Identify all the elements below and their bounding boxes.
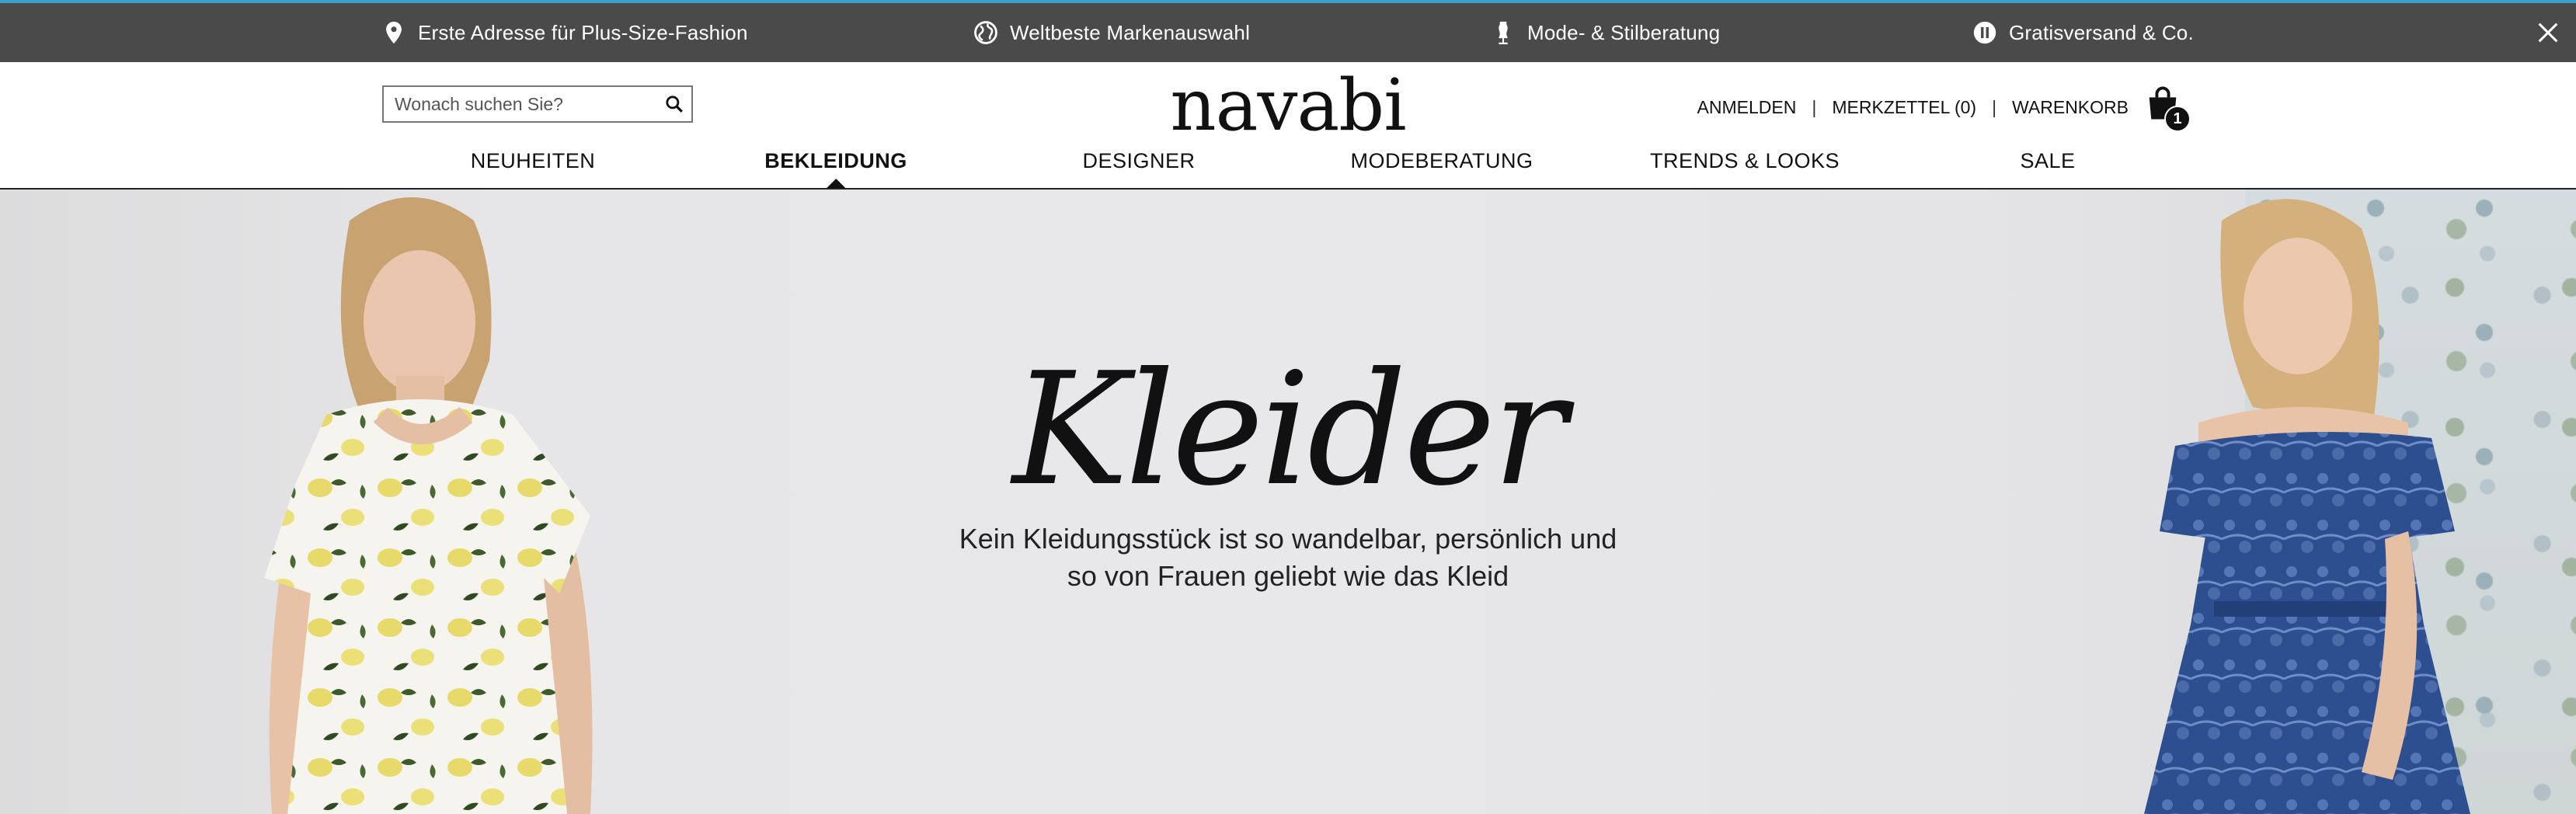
close-icon[interactable] bbox=[2531, 16, 2565, 50]
wishlist-link[interactable]: MERKZETTEL (0) bbox=[1832, 97, 1976, 118]
shopping-bag-icon[interactable]: 1 bbox=[2143, 84, 2191, 132]
hero-title: Kleider bbox=[1012, 339, 1567, 520]
promo-label: Weltbeste Markenauswahl bbox=[1010, 20, 1251, 44]
hero-subtitle: Kein Kleidungsstück ist so wandelbar, pe… bbox=[0, 520, 2576, 595]
nav-item-label: SALE bbox=[2020, 149, 2076, 172]
nav-item-trends-looks[interactable]: TRENDS & LOOKS bbox=[1650, 149, 1840, 173]
account-nav: ANMELDEN | MERKZETTEL (0) | WARENKORB 1 bbox=[1697, 84, 2191, 132]
nav-item-designer[interactable]: DESIGNER bbox=[1082, 149, 1195, 173]
hero-subtitle-line: Kein Kleidungsstück ist so wandelbar, pe… bbox=[959, 523, 1617, 555]
pause-circle-icon bbox=[1972, 19, 1998, 46]
main-nav: NEUHEITEN BEKLEIDUNG DESIGNER MODEBERATU… bbox=[0, 149, 2576, 188]
active-indicator bbox=[826, 179, 845, 188]
hero-banner[interactable]: Kleider Kein Kleidungsstück ist so wande… bbox=[0, 190, 2576, 814]
nav-item-neuheiten[interactable]: NEUHEITEN bbox=[471, 149, 596, 173]
divider: | bbox=[1992, 96, 1997, 117]
nav-item-modeberatung[interactable]: MODEBERATUNG bbox=[1350, 149, 1533, 173]
site-header: navabi ANMELDEN | MERKZETTEL (0) | WAREN… bbox=[0, 62, 2576, 190]
nav-item-sale[interactable]: SALE bbox=[2020, 149, 2075, 173]
search-input[interactable] bbox=[384, 87, 657, 121]
promo-item-brands: Weltbeste Markenauswahl bbox=[973, 3, 1250, 62]
promo-label: Erste Adresse für Plus-Size-Fashion bbox=[418, 20, 748, 44]
cart-link[interactable]: WARENKORB bbox=[2012, 97, 2129, 118]
promo-bar: Erste Adresse für Plus-Size-Fashion Welt… bbox=[0, 0, 2576, 62]
cart-count-badge: 1 bbox=[2164, 106, 2191, 132]
divider: | bbox=[1812, 96, 1817, 117]
nav-item-label: TRENDS & LOOKS bbox=[1649, 149, 1840, 172]
promo-item-shipping: Gratisversand & Co. bbox=[1972, 3, 2194, 62]
site-logo[interactable]: navabi bbox=[1170, 64, 1406, 147]
map-pin-icon bbox=[381, 19, 407, 46]
login-link[interactable]: ANMELDEN bbox=[1697, 97, 1797, 118]
promo-item-styling: Mode- & Stilberatung bbox=[1490, 3, 1720, 62]
nav-item-bekleidung[interactable]: BEKLEIDUNG bbox=[764, 149, 907, 188]
hero-text: Kleider Kein Kleidungsstück ist so wande… bbox=[0, 353, 2576, 595]
nav-item-label: NEUHEITEN bbox=[470, 149, 596, 172]
dress-form-icon bbox=[1490, 19, 1516, 46]
hero-subtitle-line: so von Frauen geliebt wie das Kleid bbox=[1067, 560, 1509, 592]
nav-item-label: BEKLEIDUNG bbox=[764, 149, 907, 172]
globe-icon bbox=[973, 19, 999, 46]
nav-item-label: MODEBERATUNG bbox=[1350, 149, 1533, 172]
promo-label: Gratisversand & Co. bbox=[2009, 20, 2194, 44]
promo-item-plus-size: Erste Adresse für Plus-Size-Fashion bbox=[381, 3, 748, 62]
search-icon[interactable] bbox=[657, 87, 691, 121]
search-box bbox=[382, 85, 693, 123]
promo-label: Mode- & Stilberatung bbox=[1527, 20, 1721, 44]
nav-item-label: DESIGNER bbox=[1082, 149, 1196, 172]
